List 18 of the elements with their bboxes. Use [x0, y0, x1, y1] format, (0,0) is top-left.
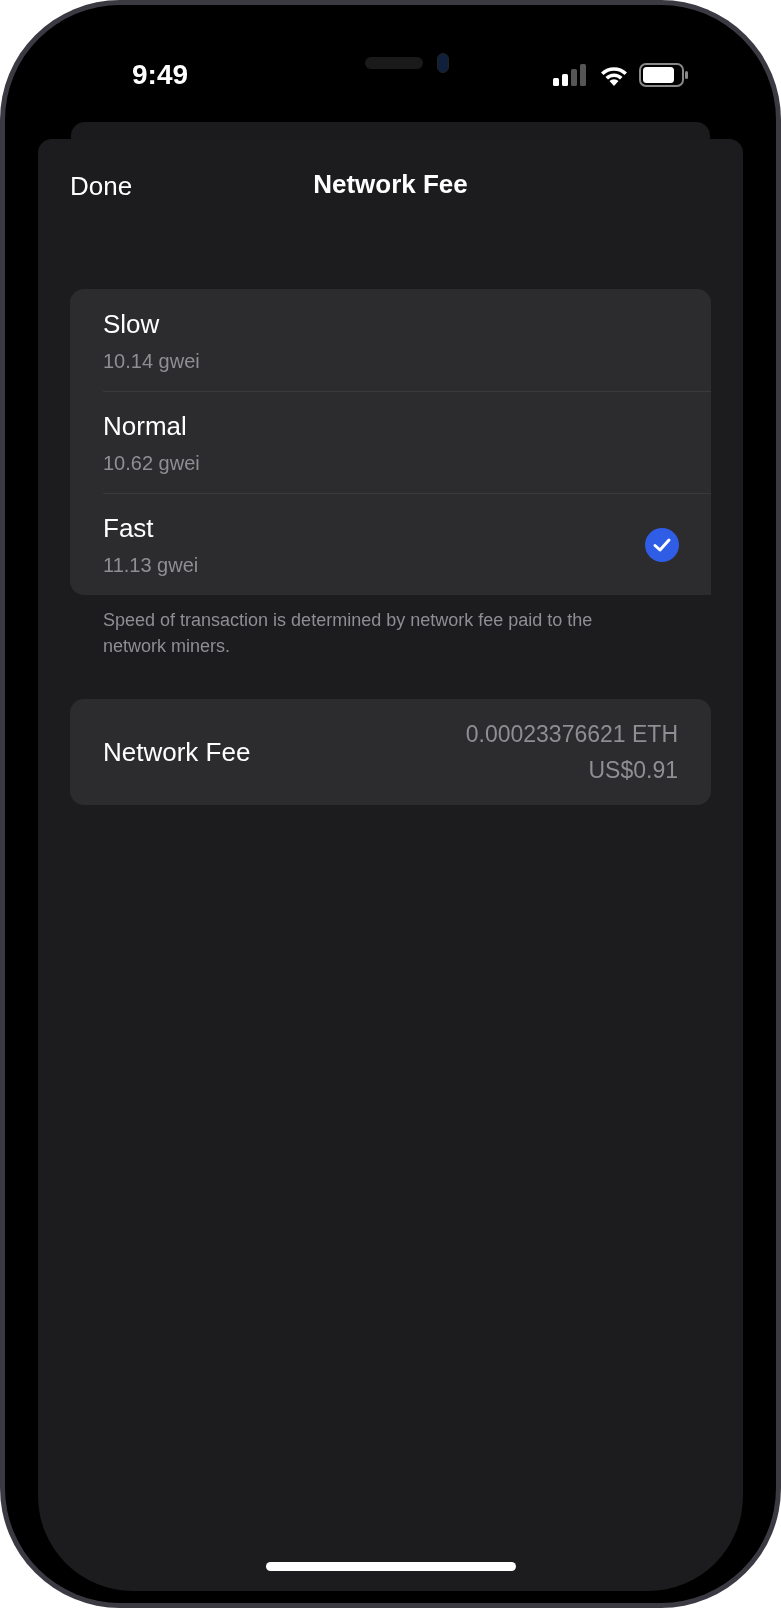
fiat-amount: US$0.91 — [588, 756, 678, 785]
done-button[interactable]: Done — [70, 167, 133, 206]
option-label: Slow — [103, 307, 161, 341]
fee-option[interactable]: Fast 11.13 gwei — [103, 493, 711, 595]
fee-label: Network Fee — [103, 735, 251, 769]
footnote-text: Speed of transaction is determined by network fee paid to the network miners. — [102, 609, 594, 658]
sheet-title: Network Fee — [313, 167, 468, 201]
option-rate: 10.62 gwei — [103, 451, 200, 476]
sensor-housing-icon — [365, 53, 449, 73]
battery-icon — [639, 62, 689, 87]
option-rate: 10.14 gwei — [103, 348, 200, 374]
fee-option[interactable]: Slow 10.14 gwei — [103, 289, 711, 391]
crypto-amount: 0.00023376621 ETH — [465, 719, 678, 749]
option-label: Normal — [103, 410, 188, 443]
status-time: 9:49 — [132, 57, 189, 92]
signal-icon — [553, 63, 589, 86]
option-label: Fast — [103, 512, 155, 545]
option-rate: 11.13 gwei — [103, 553, 199, 578]
